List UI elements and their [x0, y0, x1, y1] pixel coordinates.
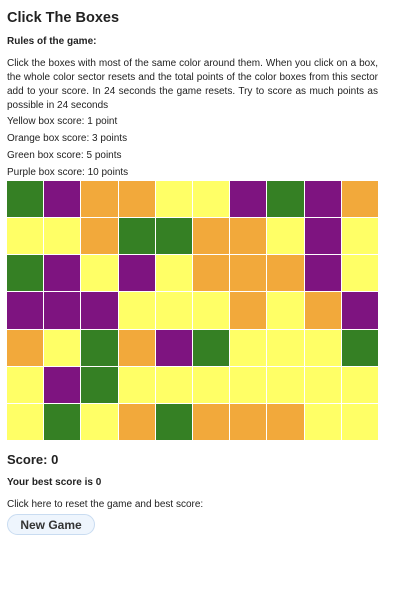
yellow-box[interactable] — [155, 181, 192, 218]
orange-box[interactable] — [118, 329, 155, 366]
purple-box[interactable] — [341, 292, 378, 329]
box-grid — [7, 181, 378, 440]
green-box[interactable] — [7, 255, 44, 292]
yellow-box[interactable] — [341, 366, 378, 403]
purple-box[interactable] — [44, 366, 81, 403]
purple-box[interactable] — [304, 255, 341, 292]
yellow-box[interactable] — [267, 366, 304, 403]
purple-box[interactable] — [44, 181, 81, 218]
purple-box[interactable] — [155, 329, 192, 366]
yellow-box[interactable] — [267, 292, 304, 329]
green-box[interactable] — [193, 329, 230, 366]
yellow-box[interactable] — [44, 329, 81, 366]
green-box[interactable] — [267, 181, 304, 218]
yellow-box[interactable] — [81, 255, 118, 292]
orange-box[interactable] — [193, 218, 230, 255]
page-title: Click The Boxes — [7, 10, 120, 26]
yellow-box[interactable] — [341, 403, 378, 440]
yellow-box[interactable] — [155, 292, 192, 329]
orange-box[interactable] — [267, 403, 304, 440]
orange-box-score: Orange box score: 3 points — [7, 133, 128, 144]
yellow-box[interactable] — [193, 181, 230, 218]
yellow-box[interactable] — [304, 366, 341, 403]
yellow-box[interactable] — [7, 366, 44, 403]
yellow-box[interactable] — [193, 366, 230, 403]
orange-box[interactable] — [304, 292, 341, 329]
purple-box[interactable] — [7, 292, 44, 329]
yellow-box[interactable] — [230, 366, 267, 403]
green-box[interactable] — [155, 403, 192, 440]
yellow-box[interactable] — [7, 218, 44, 255]
orange-box[interactable] — [230, 403, 267, 440]
yellow-box[interactable] — [304, 329, 341, 366]
orange-box[interactable] — [193, 403, 230, 440]
green-box[interactable] — [81, 366, 118, 403]
orange-box[interactable] — [230, 218, 267, 255]
purple-box[interactable] — [230, 181, 267, 218]
green-box[interactable] — [155, 218, 192, 255]
purple-box-score: Purple box score: 10 points — [7, 167, 129, 178]
orange-box[interactable] — [230, 255, 267, 292]
current-score: Score: 0 — [7, 452, 59, 467]
orange-box[interactable] — [81, 218, 118, 255]
yellow-box[interactable] — [44, 218, 81, 255]
purple-box[interactable] — [44, 255, 81, 292]
orange-box[interactable] — [267, 255, 304, 292]
purple-box[interactable] — [81, 292, 118, 329]
yellow-box[interactable] — [193, 292, 230, 329]
green-box[interactable] — [81, 329, 118, 366]
purple-box[interactable] — [304, 181, 341, 218]
green-box[interactable] — [118, 218, 155, 255]
rules-heading: Rules of the game: — [7, 36, 97, 47]
orange-box[interactable] — [7, 329, 44, 366]
yellow-box[interactable] — [230, 329, 267, 366]
purple-box[interactable] — [118, 255, 155, 292]
yellow-box[interactable] — [341, 255, 378, 292]
orange-box[interactable] — [230, 292, 267, 329]
yellow-box[interactable] — [118, 292, 155, 329]
yellow-box[interactable] — [155, 255, 192, 292]
yellow-box[interactable] — [267, 218, 304, 255]
purple-box[interactable] — [44, 292, 81, 329]
rules-text: Click the boxes with most of the same co… — [7, 58, 378, 111]
yellow-box[interactable] — [304, 403, 341, 440]
green-box[interactable] — [44, 403, 81, 440]
green-box[interactable] — [341, 329, 378, 366]
purple-box[interactable] — [304, 218, 341, 255]
yellow-box-score: Yellow box score: 1 point — [7, 116, 118, 127]
yellow-box[interactable] — [81, 403, 118, 440]
orange-box[interactable] — [118, 403, 155, 440]
best-score: Your best score is 0 — [7, 477, 102, 488]
yellow-box[interactable] — [7, 403, 44, 440]
reset-prompt: Click here to reset the game and best sc… — [7, 499, 204, 510]
orange-box[interactable] — [341, 181, 378, 218]
green-box[interactable] — [7, 181, 44, 218]
yellow-box[interactable] — [341, 218, 378, 255]
yellow-box[interactable] — [155, 366, 192, 403]
orange-box[interactable] — [118, 181, 155, 218]
new-game-button[interactable]: New Game — [7, 514, 95, 535]
orange-box[interactable] — [81, 181, 118, 218]
green-box-score: Green box score: 5 points — [7, 150, 122, 161]
yellow-box[interactable] — [118, 366, 155, 403]
yellow-box[interactable] — [267, 329, 304, 366]
orange-box[interactable] — [193, 255, 230, 292]
